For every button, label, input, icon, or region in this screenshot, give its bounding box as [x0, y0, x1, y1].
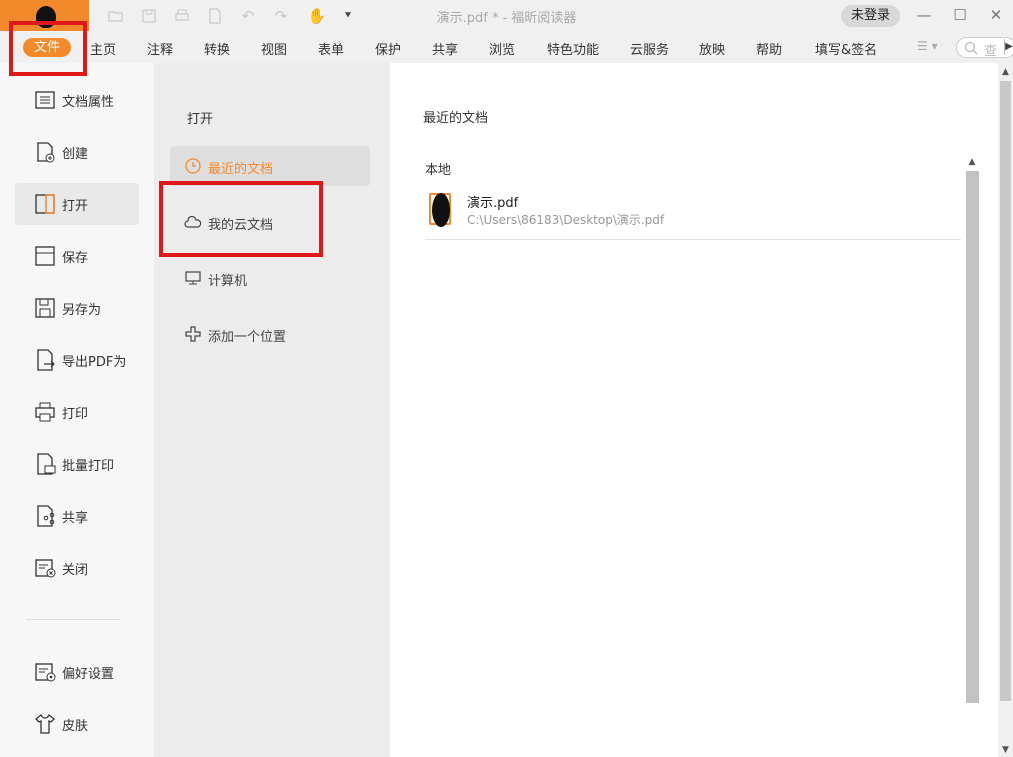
sidebar-divider	[26, 619, 120, 620]
open-option-computer[interactable]: 计算机	[170, 258, 370, 298]
redaction-blob	[432, 193, 450, 227]
sidebar-item-label: 创建	[62, 147, 89, 162]
highlight-box-file-menu	[9, 21, 87, 76]
scroll-up-icon[interactable]: ▲	[964, 155, 980, 169]
sidebar-item-label: 打开	[62, 199, 89, 214]
search-icon	[964, 41, 978, 55]
menu-bar: 文件 主页 注释 转换 视图 表单 保护 共享 浏览 特色功能 云服务 放映 帮…	[0, 31, 1013, 63]
menu-browse[interactable]: 浏览	[489, 39, 515, 58]
menu-convert[interactable]: 转换	[204, 39, 230, 58]
open-option-recent[interactable]: 最近的文档	[170, 146, 370, 186]
save-as-icon	[35, 298, 55, 318]
menu-fill-sign[interactable]: 填写&签名	[815, 39, 877, 58]
computer-icon	[185, 271, 201, 285]
sidebar-item-label: 打印	[62, 407, 89, 422]
document-properties-icon	[35, 91, 55, 109]
sidebar-item-share[interactable]: 共享	[15, 495, 139, 537]
print-icon	[35, 402, 55, 422]
file-sidebar: 文档属性 创建 打开 保存 另存为 导出PDF为 打印 批量打印 共享 关闭 偏…	[0, 63, 154, 757]
open-icon	[35, 194, 55, 214]
scrollbar-thumb[interactable]	[966, 171, 979, 703]
minimize-button[interactable]: —	[911, 4, 937, 26]
save-icon	[35, 246, 55, 266]
login-button[interactable]: 未登录	[841, 5, 900, 27]
menu-share[interactable]: 共享	[432, 39, 458, 58]
sidebar-item-label: 偏好设置	[62, 667, 115, 682]
recent-list-scrollbar[interactable]: ▲	[964, 155, 980, 757]
sidebar-item-skin[interactable]: 皮肤	[15, 703, 139, 745]
add-location-icon	[185, 326, 201, 342]
document-name: 演示.pdf	[467, 196, 519, 211]
sidebar-item-batch-print[interactable]: 批量打印	[15, 443, 139, 485]
title-bar: ↶ ↷ ✋▾ ⯆ 演示.pdf * - 福昕阅读器 未登录 — ☐ ✕	[0, 0, 1013, 45]
menu-slideshow[interactable]: 放映	[699, 39, 725, 58]
open-panel: 打开 最近的文档 我的云文档 计算机 添加一个位置	[154, 63, 390, 757]
recent-document-row[interactable]: 演示.pdf C:\Users\86183\Desktop\演示.pdf	[425, 183, 961, 240]
menu-home[interactable]: 主页	[90, 39, 116, 58]
close-doc-icon	[35, 559, 56, 578]
highlight-box-my-cloud	[159, 181, 323, 257]
recent-documents-panel: 最近的文档 本地 演示.pdf C:\Users\86183\Desktop\演…	[390, 63, 998, 757]
sidebar-item-label: 皮肤	[62, 719, 89, 734]
menu-scroll-right-icon[interactable]: ▶	[1004, 39, 1013, 55]
menu-protect[interactable]: 保护	[375, 39, 401, 58]
clock-icon	[185, 158, 201, 174]
menu-view[interactable]: 视图	[261, 39, 287, 58]
sidebar-item-label: 批量打印	[62, 459, 115, 474]
menu-special-features[interactable]: 特色功能	[547, 39, 599, 58]
open-option-add-location[interactable]: 添加一个位置	[170, 314, 370, 354]
sidebar-item-open[interactable]: 打开	[15, 183, 139, 225]
sidebar-item-label: 导出PDF为	[62, 355, 127, 370]
sidebar-item-label: 文档属性	[62, 95, 115, 110]
sidebar-item-document-properties[interactable]: 文档属性	[15, 79, 139, 121]
search-placeholder: 查	[984, 44, 998, 59]
close-button[interactable]: ✕	[983, 4, 1009, 26]
menu-comment[interactable]: 注释	[147, 39, 173, 58]
pdf-file-icon	[429, 193, 451, 227]
sidebar-item-export-pdf[interactable]: 导出PDF为	[15, 339, 139, 381]
scroll-down-icon[interactable]: ▼	[998, 743, 1013, 757]
section-label-local: 本地	[425, 163, 452, 178]
sidebar-item-print[interactable]: 打印	[15, 391, 139, 433]
sidebar-item-save[interactable]: 保存	[15, 235, 139, 277]
create-icon	[37, 142, 55, 163]
window-scrollbar[interactable]: ▲ ▼	[998, 63, 1013, 757]
scrollbar-thumb[interactable]	[1000, 81, 1011, 701]
sidebar-item-preferences[interactable]: 偏好设置	[15, 651, 139, 693]
open-option-label: 计算机	[208, 274, 248, 289]
open-option-label: 添加一个位置	[208, 330, 287, 345]
batch-print-icon	[37, 453, 56, 475]
ribbon-toggle-icon[interactable]: ☰ ▾	[917, 39, 938, 53]
recent-documents-title: 最近的文档	[423, 111, 489, 126]
document-path: C:\Users\86183\Desktop\演示.pdf	[467, 213, 665, 227]
sidebar-item-label: 共享	[62, 511, 89, 526]
open-option-label: 最近的文档	[208, 162, 274, 177]
menu-help[interactable]: 帮助	[756, 39, 782, 58]
sidebar-item-label: 关闭	[62, 563, 89, 578]
sidebar-item-save-as[interactable]: 另存为	[15, 287, 139, 329]
menu-form[interactable]: 表单	[318, 39, 344, 58]
share-icon	[37, 505, 55, 527]
sidebar-item-label: 另存为	[62, 303, 102, 318]
sidebar-item-create[interactable]: 创建	[15, 131, 139, 173]
open-panel-heading: 打开	[187, 112, 214, 127]
skin-icon	[35, 713, 55, 734]
sidebar-item-label: 保存	[62, 251, 89, 266]
preferences-icon	[35, 663, 56, 682]
menu-cloud-services[interactable]: 云服务	[630, 39, 669, 58]
maximize-button[interactable]: ☐	[947, 4, 973, 26]
sidebar-item-close[interactable]: 关闭	[15, 547, 139, 589]
scroll-up-icon[interactable]: ▲	[998, 65, 1013, 79]
export-icon	[37, 349, 55, 371]
